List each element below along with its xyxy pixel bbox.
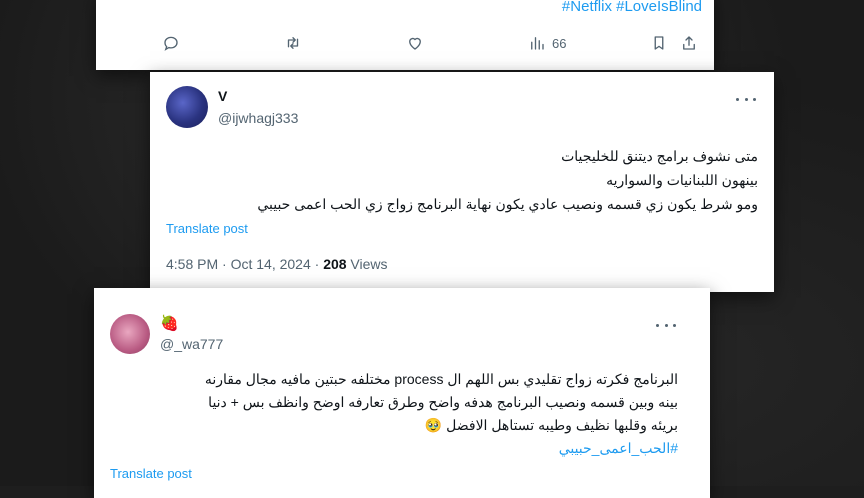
tweet-text: البرنامج فكرته زواج تقليدي بس اللهم ال p… [108, 368, 678, 460]
hashtag-link[interactable]: #الحب_اعمى_حبيبي [108, 437, 678, 460]
tweet-actions-bar: 66 [158, 32, 702, 56]
tweet-meta: 4:58 PM · Oct 14, 2024 · 208 Views [166, 256, 388, 272]
tweet-timestamp[interactable]: 4:58 PM · Oct 14, 2024 · [166, 256, 323, 272]
more-options-icon[interactable] [736, 96, 756, 102]
avatar[interactable] [166, 86, 208, 128]
views-count: 66 [552, 35, 567, 51]
tweet-text-line: متى نشوف برامج ديتنق للخليجيات [561, 148, 758, 164]
translate-post-link[interactable]: Translate post [110, 466, 192, 481]
retweet-icon [287, 37, 299, 49]
views-count: 208 [323, 256, 347, 272]
reply-button[interactable] [162, 32, 180, 54]
user-handle[interactable]: @_wa777 [160, 336, 223, 352]
retweet-button[interactable] [284, 32, 302, 54]
user-handle[interactable]: @ijwhagj333 [218, 110, 298, 126]
views-label: Views [346, 256, 388, 272]
tweet-text-line: ومو شرط يكون زي قسمه ونصيب عادي يكون نها… [257, 196, 758, 212]
tweet-text-line: بينه وبين قسمه ونصيب البرنامج هدفه واضح … [208, 394, 678, 410]
bookmark-button[interactable] [650, 32, 668, 54]
tweet-text-line: بريئه وقلبها نظيف وطيبه تستاهل الافضل 🥹 [424, 417, 678, 433]
tweet-text: متى نشوف برامج ديتنق للخليجيات بينهون ال… [168, 144, 758, 216]
tweet-card-reply: 🍓 @_wa777 البرنامج فكرته زواج تقليدي بس … [94, 288, 710, 498]
translate-post-link[interactable]: Translate post [166, 221, 248, 236]
views-button[interactable]: 66 [528, 32, 566, 54]
display-name[interactable]: 🍓 [160, 314, 179, 332]
display-name[interactable]: V [218, 88, 227, 104]
tweet-text-line: بينهون اللبنانيات والسواريه [606, 172, 758, 188]
avatar[interactable] [110, 314, 150, 354]
reply-icon [164, 36, 178, 51]
hashtag-links[interactable]: #Netflix #LoveIsBlind [562, 0, 702, 15]
share-icon [683, 36, 695, 50]
share-button[interactable] [680, 32, 698, 54]
tweet-card-top: #Netflix #LoveIsBlind 66 [96, 0, 714, 70]
like-icon [409, 37, 421, 50]
tweet-card-main: V @ijwhagj333 متى نشوف برامج ديتنق للخلي… [150, 72, 774, 292]
views-icon [531, 37, 544, 50]
tweet-text-line: البرنامج فكرته زواج تقليدي بس اللهم ال p… [204, 371, 678, 387]
more-options-icon[interactable] [656, 322, 676, 328]
like-button[interactable] [406, 32, 424, 54]
bookmark-icon [654, 36, 664, 50]
